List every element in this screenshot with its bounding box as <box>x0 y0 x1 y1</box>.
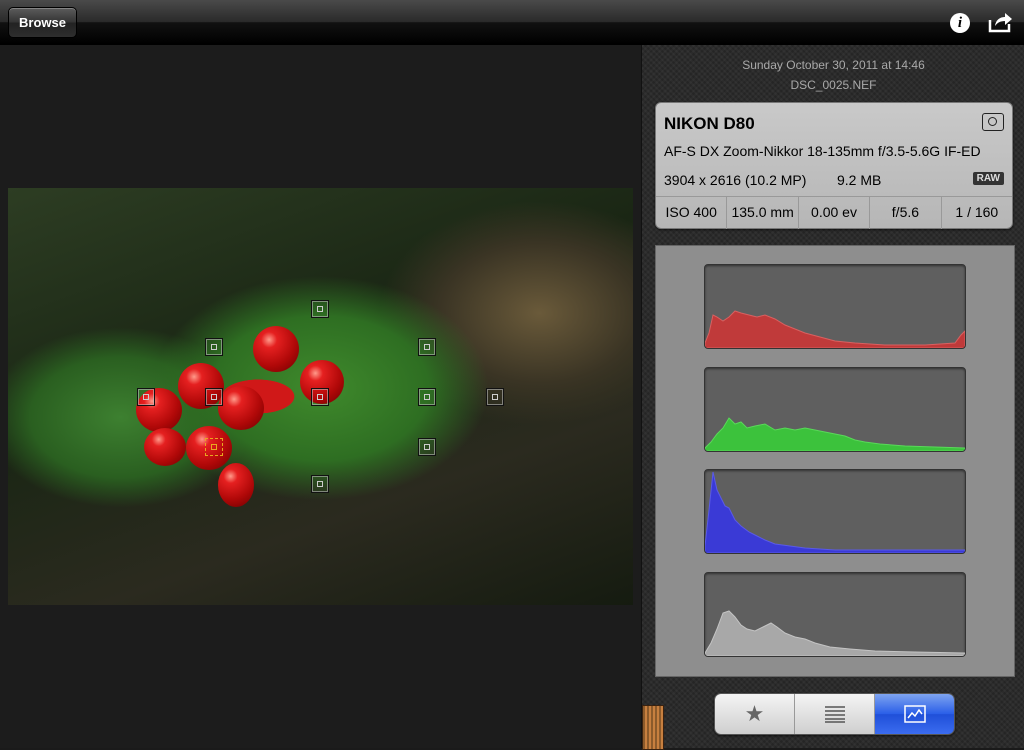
berry <box>218 463 254 507</box>
histogram-luminance <box>704 572 966 657</box>
aperture-value: f/5.6 <box>870 197 942 229</box>
star-icon: ★ <box>744 701 765 726</box>
iso-value: ISO 400 <box>656 197 728 229</box>
af-point <box>418 438 436 456</box>
histogram-red <box>704 264 966 349</box>
view-mode-segmented-control: ★ <box>714 693 955 735</box>
list-icon <box>824 706 845 723</box>
exif-card: NIKON D80 AF-S DX Zoom-Nikkor 18-135mm f… <box>655 102 1013 229</box>
image-resolution: 3904 x 2616 (10.2 MP) <box>664 172 807 188</box>
af-point <box>205 338 223 356</box>
shutter-value: 1 / 160 <box>955 204 999 220</box>
af-point <box>311 300 329 318</box>
af-point <box>311 475 329 493</box>
berry <box>253 326 299 372</box>
berry <box>218 386 264 430</box>
photo-image[interactable] <box>8 188 633 605</box>
photo-viewer <box>0 45 641 748</box>
share-icon[interactable] <box>987 10 1013 34</box>
histogram-panel <box>655 245 1015 677</box>
af-point <box>418 388 436 406</box>
lens-model: AF-S DX Zoom-Nikkor 18-135mm f/3.5-5.6G … <box>664 143 981 159</box>
raw-badge: RAW <box>972 172 1004 185</box>
af-point <box>311 388 329 406</box>
focal-length-value: 135.0 mm <box>727 197 799 229</box>
exif-row: ISO 400 135.0 mm 0.00 ev f/5.6 1 / 160 <box>656 196 1012 229</box>
af-point <box>137 388 155 406</box>
top-toolbar: Browse i <box>0 0 1024 45</box>
panel-grip-handle[interactable] <box>642 705 664 750</box>
af-point-active <box>205 438 223 456</box>
file-name: DSC_0025.NEF <box>790 78 877 92</box>
exposure-comp-value: 0.00 ev <box>799 197 871 229</box>
af-point <box>418 338 436 356</box>
file-size: 9.2 MB <box>837 172 882 188</box>
chart-icon <box>903 705 926 723</box>
camera-icon <box>982 113 1004 131</box>
berry <box>144 428 186 466</box>
tab-list[interactable] <box>795 694 875 734</box>
af-point <box>486 388 504 406</box>
capture-datetime: Sunday October 30, 2011 at 14:46 <box>742 58 925 72</box>
info-panel: Sunday October 30, 2011 at 14:46 DSC_002… <box>641 45 1024 750</box>
tab-histogram[interactable] <box>875 694 954 734</box>
info-icon[interactable]: i <box>950 13 970 33</box>
histogram-blue <box>704 469 966 554</box>
camera-model: NIKON D80 <box>664 114 755 133</box>
tab-favorites[interactable]: ★ <box>715 694 795 734</box>
af-point <box>205 388 223 406</box>
histogram-green <box>704 367 966 452</box>
browse-button[interactable]: Browse <box>8 7 77 38</box>
